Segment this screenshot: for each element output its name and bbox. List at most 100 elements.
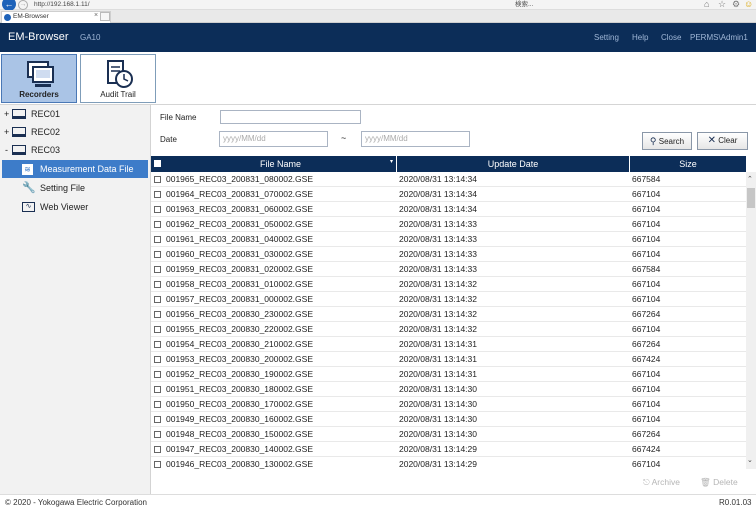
- collapse-toggle[interactable]: -: [5, 141, 8, 159]
- clear-button[interactable]: ✕ Clear: [697, 132, 748, 150]
- select-all-checkbox[interactable]: [154, 160, 161, 167]
- smiley-icon[interactable]: ☺: [744, 0, 753, 9]
- file-name-input[interactable]: [220, 110, 361, 124]
- wrench-icon: 🔧: [22, 182, 36, 194]
- cell-update-date: 2020/08/31 13:14:34: [399, 204, 477, 214]
- row-checkbox[interactable]: [154, 281, 161, 288]
- cell-update-date: 2020/08/31 13:14:32: [399, 279, 477, 289]
- cell-update-date: 2020/08/31 13:14:33: [399, 264, 477, 274]
- table-row[interactable]: 001965_REC03_200831_080002.GSE 2020/08/31…: [151, 172, 746, 187]
- row-checkbox[interactable]: [154, 176, 161, 183]
- archive-label: Archive: [651, 477, 680, 487]
- table-row[interactable]: 001955_REC03_200830_220002.GSE 2020/08/31…: [151, 322, 746, 337]
- row-checkbox[interactable]: [154, 356, 161, 363]
- archive-icon: ⎋: [643, 477, 650, 487]
- row-checkbox[interactable]: [154, 191, 161, 198]
- scroll-thumb[interactable]: [747, 188, 755, 208]
- settings-gear-icon[interactable]: ⚙: [732, 0, 740, 10]
- row-checkbox[interactable]: [154, 311, 161, 318]
- table-row[interactable]: 001952_REC03_200830_190002.GSE 2020/08/31…: [151, 367, 746, 382]
- cell-file-name: 001963_REC03_200831_060002.GSE: [166, 204, 313, 214]
- sidebar-item-measurement-data-file[interactable]: ≋ Measurement Data File: [2, 160, 148, 178]
- cell-size: 667104: [632, 369, 661, 379]
- table-row[interactable]: 001949_REC03_200830_160002.GSE 2020/08/31…: [151, 412, 746, 427]
- tab-close-icon[interactable]: ×: [94, 12, 98, 19]
- sort-desc-icon: ▾: [390, 159, 394, 165]
- cell-size: 667584: [632, 264, 661, 274]
- url-field[interactable]: http://192.168.1.11/: [34, 0, 514, 9]
- sidebar-item-setting-file[interactable]: 🔧 Setting File: [0, 179, 150, 197]
- row-checkbox[interactable]: [154, 371, 161, 378]
- sidebar-recorder-rec03[interactable]: - REC03: [0, 141, 150, 159]
- nav-help[interactable]: Help: [632, 33, 648, 42]
- table-row[interactable]: 001956_REC03_200830_230002.GSE 2020/08/31…: [151, 307, 746, 322]
- nav-close[interactable]: Close: [661, 33, 681, 42]
- table-row[interactable]: 001957_REC03_200831_000002.GSE 2020/08/31…: [151, 292, 746, 307]
- cell-update-date: 2020/08/31 13:14:33: [399, 249, 477, 259]
- table-row[interactable]: 001950_REC03_200830_170002.GSE 2020/08/31…: [151, 397, 746, 412]
- sidebar-item-web-viewer[interactable]: ∿ Web Viewer: [0, 198, 150, 216]
- sidebar-recorder-rec01[interactable]: + REC01: [0, 105, 150, 123]
- row-checkbox[interactable]: [154, 236, 161, 243]
- row-checkbox[interactable]: [154, 296, 161, 303]
- row-checkbox[interactable]: [154, 341, 161, 348]
- vertical-scrollbar[interactable]: ⌃ ⌄: [746, 172, 756, 469]
- row-checkbox[interactable]: [154, 326, 161, 333]
- expand-toggle[interactable]: +: [4, 105, 9, 123]
- table-row[interactable]: 001964_REC03_200831_070002.GSE 2020/08/31…: [151, 187, 746, 202]
- column-header-file-name[interactable]: File Name: [165, 156, 397, 172]
- cell-size: 667424: [632, 354, 661, 364]
- row-checkbox[interactable]: [154, 461, 161, 468]
- row-checkbox[interactable]: [154, 416, 161, 423]
- table-row[interactable]: 001962_REC03_200831_050002.GSE 2020/08/31…: [151, 217, 746, 232]
- home-icon[interactable]: ⌂: [704, 0, 709, 9]
- table-row[interactable]: 001961_REC03_200831_040002.GSE 2020/08/31…: [151, 232, 746, 247]
- cell-file-name: 001959_REC03_200831_020002.GSE: [166, 264, 313, 274]
- device-name: GA10: [80, 33, 101, 42]
- waveform-icon: ∿: [22, 202, 35, 212]
- sidebar-recorder-rec02[interactable]: + REC02: [0, 123, 150, 141]
- expand-toggle[interactable]: +: [4, 123, 9, 141]
- row-checkbox[interactable]: [154, 386, 161, 393]
- scroll-down-icon[interactable]: ⌄: [747, 456, 753, 464]
- browser-tab[interactable]: EM-Browser ×: [1, 11, 111, 23]
- scroll-up-icon[interactable]: ⌃: [747, 175, 753, 183]
- browser-search-field[interactable]: 検索...: [515, 0, 695, 9]
- column-header-size[interactable]: Size: [630, 156, 746, 172]
- forward-button[interactable]: →: [18, 0, 28, 10]
- table-row[interactable]: 001953_REC03_200830_200002.GSE 2020/08/31…: [151, 352, 746, 367]
- date-to-input[interactable]: yyyy/MM/dd: [361, 131, 470, 147]
- cell-size: 667264: [632, 339, 661, 349]
- row-checkbox[interactable]: [154, 431, 161, 438]
- date-from-input[interactable]: yyyy/MM/dd: [219, 131, 328, 147]
- app-title: EM-Browser: [8, 31, 69, 43]
- table-row[interactable]: 001946_REC03_200830_130002.GSE 2020/08/31…: [151, 457, 746, 469]
- nav-user[interactable]: PERMS\Admin1: [690, 33, 748, 42]
- row-checkbox[interactable]: [154, 446, 161, 453]
- delete-button[interactable]: 🗑 Delete: [700, 477, 738, 488]
- table-row[interactable]: 001963_REC03_200831_060002.GSE 2020/08/31…: [151, 202, 746, 217]
- nav-setting[interactable]: Setting: [594, 33, 619, 42]
- row-checkbox[interactable]: [154, 401, 161, 408]
- table-row[interactable]: 001959_REC03_200831_020002.GSE 2020/08/31…: [151, 262, 746, 277]
- row-checkbox[interactable]: [154, 206, 161, 213]
- row-checkbox[interactable]: [154, 251, 161, 258]
- search-button[interactable]: ⚲ Search: [642, 132, 692, 150]
- recorders-label: Recorders: [19, 90, 59, 99]
- row-checkbox[interactable]: [154, 266, 161, 273]
- recorders-button[interactable]: Recorders: [1, 54, 77, 103]
- table-row[interactable]: 001951_REC03_200830_180002.GSE 2020/08/31…: [151, 382, 746, 397]
- favorites-icon[interactable]: ☆: [718, 0, 726, 10]
- cell-update-date: 2020/08/31 13:14:30: [399, 399, 477, 409]
- new-tab-button[interactable]: [100, 12, 110, 21]
- table-row[interactable]: 001960_REC03_200831_030002.GSE 2020/08/31…: [151, 247, 746, 262]
- table-row[interactable]: 001948_REC03_200830_150002.GSE 2020/08/31…: [151, 427, 746, 442]
- table-row[interactable]: 001947_REC03_200830_140002.GSE 2020/08/31…: [151, 442, 746, 457]
- table-row[interactable]: 001954_REC03_200830_210002.GSE 2020/08/31…: [151, 337, 746, 352]
- column-header-update-date[interactable]: Update Date: [397, 156, 630, 172]
- table-row[interactable]: 001958_REC03_200831_010002.GSE 2020/08/31…: [151, 277, 746, 292]
- archive-button[interactable]: ⎋ Archive: [643, 477, 680, 488]
- row-checkbox[interactable]: [154, 221, 161, 228]
- cell-file-name: 001952_REC03_200830_190002.GSE: [166, 369, 313, 379]
- audit-trail-button[interactable]: Audit Trail: [80, 54, 156, 103]
